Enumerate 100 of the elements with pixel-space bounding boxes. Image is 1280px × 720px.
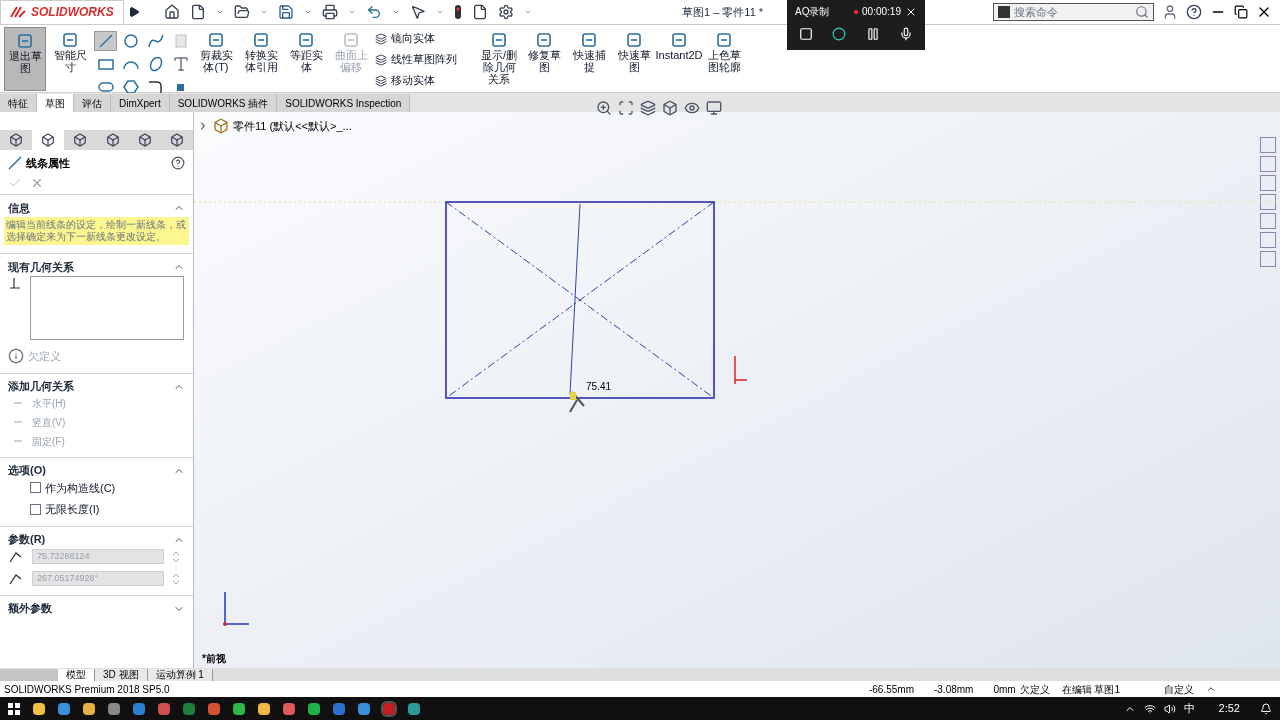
ribbon-tab[interactable]: SOLIDWORKS 插件 [169, 94, 278, 112]
view-label: *前视 [202, 652, 226, 666]
app-icon[interactable] [358, 702, 370, 715]
monitor-icon[interactable] [706, 100, 722, 116]
input-method[interactable]: 中 [1183, 700, 1195, 717]
clock[interactable]: 2:52 [1218, 700, 1240, 717]
open-folder-icon[interactable] [234, 4, 250, 20]
app-icon[interactable] [83, 702, 95, 715]
app-icon[interactable] [233, 702, 245, 715]
windows-logo-icon[interactable] [8, 702, 20, 715]
caret-icon[interactable] [304, 8, 312, 16]
notification-icon[interactable] [1260, 702, 1272, 715]
expand-menu-icon[interactable] [128, 6, 140, 18]
ribbon-button[interactable]: 智能尺寸 [49, 27, 91, 91]
restore-icon[interactable] [1234, 5, 1248, 19]
tool-icon [207, 31, 225, 49]
pause-icon[interactable] [865, 27, 880, 41]
ribbon-button[interactable]: 转换实体引用 [240, 27, 282, 91]
pointer-icon[interactable] [410, 4, 426, 20]
print-icon[interactable] [322, 4, 338, 20]
caret-icon[interactable] [348, 8, 356, 16]
panel-title: 线条属性 [26, 155, 70, 171]
sketch-tool-button[interactable] [94, 31, 117, 51]
app-logo[interactable]: SOLIDWORKS [0, 0, 124, 25]
point-tool-icon [177, 83, 184, 91]
ribbon-button[interactable]: 修复草图 [523, 27, 565, 91]
save-icon[interactable] [278, 4, 294, 20]
caret-icon[interactable] [1206, 684, 1216, 694]
cancel-icon[interactable] [30, 176, 44, 190]
logo-mark-icon [9, 5, 27, 19]
ribbon-menu-item[interactable]: 镜向实体 [375, 29, 475, 48]
app-icon[interactable] [58, 702, 70, 715]
model-tab[interactable]: 运动算例 1 [147, 669, 213, 681]
relations-list[interactable] [30, 276, 184, 340]
ribbon-tab[interactable]: SOLIDWORKS Inspection [277, 94, 411, 112]
ribbon-button[interactable]: 显示/删除几何关系 [478, 27, 520, 91]
checkbox[interactable] [30, 482, 41, 494]
checkbox[interactable] [30, 503, 41, 515]
units-button[interactable]: 自定义 [1164, 681, 1194, 697]
ribbon-tab[interactable]: 草图 [37, 94, 74, 112]
window-title: 草图1 – 零件11 * [682, 4, 764, 20]
app-icon[interactable] [33, 702, 45, 715]
ribbon-button[interactable]: 快速草图 [613, 27, 655, 91]
help-icon[interactable] [171, 156, 185, 170]
ribbon-menu-item[interactable]: 线性草图阵列 [375, 50, 475, 69]
caret-icon[interactable] [524, 8, 532, 16]
ribbon-button[interactable]: 快速捕捉 [568, 27, 610, 91]
app-icon[interactable] [408, 702, 420, 715]
eye-icon[interactable] [684, 100, 700, 116]
caret-icon[interactable] [260, 8, 268, 16]
caret-icon[interactable] [216, 8, 224, 16]
tool-icon [715, 31, 733, 49]
model-tab[interactable]: 3D 视图 [95, 669, 148, 681]
zoom-area-icon[interactable] [618, 100, 634, 116]
command-prompt-icon [998, 6, 1010, 18]
tree-label[interactable]: 零件11 (默认<<默认>_... [233, 118, 352, 135]
microphone-icon[interactable] [899, 27, 913, 41]
view-icon[interactable] [640, 100, 656, 116]
user-icon[interactable] [1162, 4, 1178, 20]
tool-icon [297, 31, 315, 49]
y-coordinate: -3.08mm [933, 682, 974, 697]
ribbon-tab[interactable]: 评估 [74, 94, 111, 112]
tool-icon [535, 31, 553, 49]
record-icon[interactable] [832, 27, 847, 41]
ribbon-tab[interactable]: 特征 [0, 94, 37, 112]
undo-icon[interactable] [366, 4, 382, 20]
ribbon-button[interactable]: 等距实体 [285, 27, 327, 91]
ribbon-button[interactable]: 退出草图 [4, 27, 46, 91]
caret-icon[interactable] [436, 8, 444, 16]
ribbon-button[interactable]: 剪裁实体(T) [195, 27, 237, 91]
search-icon [1135, 5, 1149, 19]
network-icon[interactable] [1143, 702, 1156, 715]
search-field[interactable]: 搜索命令 [993, 3, 1154, 21]
window-icon[interactable] [799, 27, 813, 41]
model-tab[interactable]: 模型 [58, 669, 95, 681]
caret-icon[interactable] [392, 8, 400, 16]
ribbon-menu-item[interactable]: 移动实体 [375, 71, 475, 90]
ribbon-button[interactable]: 上色草图轮廓 [703, 27, 745, 91]
settings-icon[interactable] [498, 4, 514, 20]
ribbon-tab[interactable]: DimXpert [111, 94, 170, 112]
volume-icon[interactable] [1163, 702, 1176, 715]
file-properties-icon[interactable] [472, 4, 488, 20]
app-icon[interactable] [308, 702, 320, 715]
app-icon[interactable] [108, 702, 120, 715]
line-icon [8, 156, 22, 170]
app-icon[interactable] [133, 702, 145, 715]
app-icon[interactable] [283, 702, 295, 715]
dimension-label: 75.41 [586, 380, 612, 394]
app-icon[interactable] [208, 702, 220, 715]
ribbon-button[interactable]: Instant2D [658, 27, 700, 91]
pencil-cursor-icon [569, 391, 585, 413]
new-file-icon[interactable] [190, 4, 206, 20]
section-title: 参数(R) [8, 532, 46, 548]
zoom-icon[interactable] [596, 100, 612, 116]
tool-icon [580, 31, 598, 49]
help-icon[interactable] [1186, 4, 1202, 20]
app-icon[interactable] [258, 702, 270, 715]
text-tool-icon [171, 55, 190, 73]
traffic-light-icon[interactable] [454, 4, 462, 20]
product-version: SOLIDWORKS Premium 2018 SP5.0 [4, 682, 170, 697]
